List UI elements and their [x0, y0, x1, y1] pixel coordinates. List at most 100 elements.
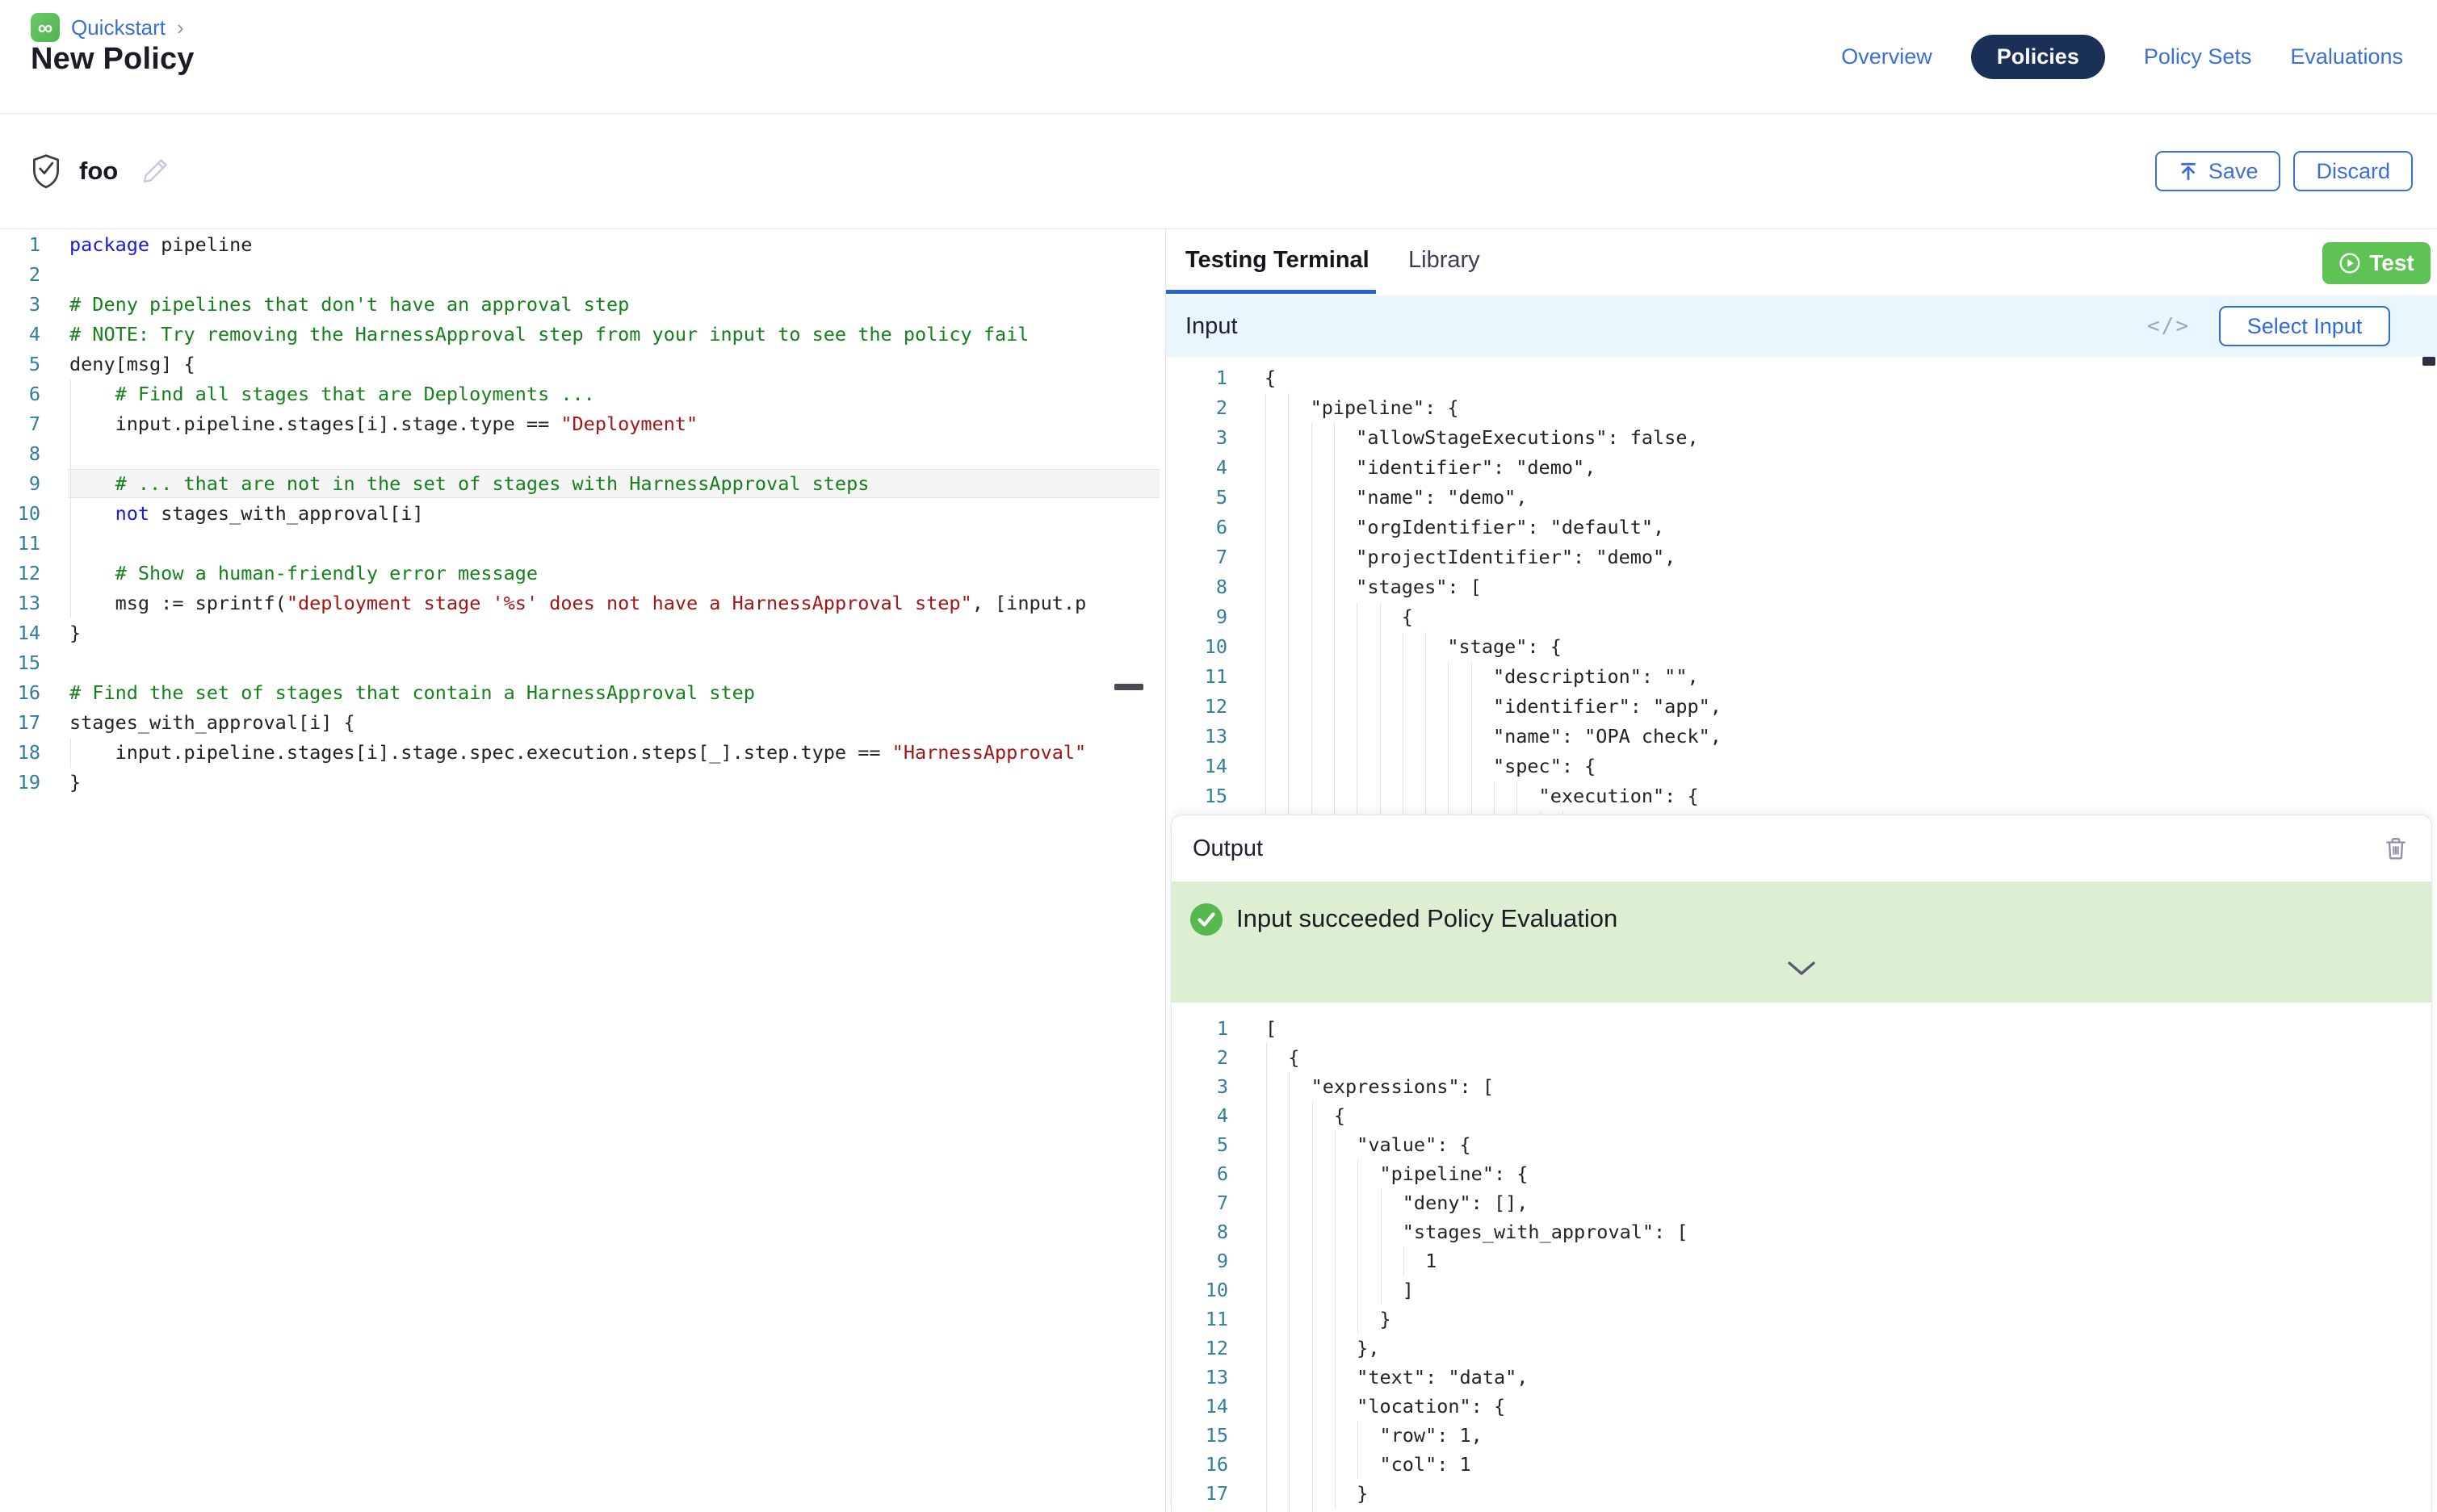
line-number: 11: [1166, 662, 1227, 692]
code-line: }: [1265, 1508, 1345, 1512]
output-json-editor[interactable]: 1[2 {3 "expressions": [4 {5 "value": {6 …: [1172, 1003, 2432, 1512]
code-line: }: [69, 768, 81, 798]
line-number: 14: [1172, 1392, 1228, 1421]
line-number: 2: [1172, 1043, 1228, 1072]
policy-code-editor[interactable]: 1package pipeline23# Deny pipelines that…: [0, 229, 1166, 1512]
input-json-editor[interactable]: 1{2 "pipeline": {3 "allowStageExecutions…: [1166, 357, 2437, 823]
line-number: 6: [1172, 1159, 1228, 1188]
active-tab-underline: [1166, 290, 1376, 294]
line-number: 5: [1172, 1130, 1228, 1159]
line-number: 14: [1166, 752, 1227, 781]
breadcrumb-link-quickstart[interactable]: Quickstart: [71, 15, 166, 40]
tab-testing-terminal[interactable]: Testing Terminal: [1185, 247, 1370, 274]
main-content: 1package pipeline23# Deny pipelines that…: [0, 228, 2437, 1511]
line-number: 19: [0, 768, 40, 798]
code-line: "stages": [: [1265, 572, 1482, 602]
harness-logo-icon: ∞: [31, 13, 60, 42]
line-number: 1: [1172, 1014, 1228, 1043]
edit-pencil-icon[interactable]: [139, 155, 171, 187]
chevron-down-icon[interactable]: [1787, 961, 1816, 977]
line-number: 16: [1172, 1450, 1228, 1479]
nav-item-overview[interactable]: Overview: [1841, 44, 1932, 69]
save-button[interactable]: Save: [2155, 151, 2281, 191]
nav-item-policies[interactable]: Policies: [1971, 35, 2105, 79]
code-line: # Find the set of stages that contain a …: [69, 678, 755, 708]
line-number: 13: [0, 588, 40, 618]
code-view-icon[interactable]: </>: [2147, 314, 2190, 338]
line-number: 4: [0, 320, 40, 350]
code-line: "location": {: [1265, 1392, 1505, 1421]
evaluation-success-banner: Input succeeded Policy Evaluation: [1172, 882, 2431, 1003]
input-cursor-marker: [2422, 357, 2435, 366]
line-number: 12: [1172, 1334, 1228, 1363]
line-number: 7: [1166, 542, 1227, 572]
code-line: "allowStageExecutions": false,: [1265, 423, 1699, 453]
upload-icon: [2178, 161, 2199, 182]
trash-icon[interactable]: [2385, 836, 2407, 861]
line-number: 2: [1166, 393, 1227, 423]
test-button-label: Test: [2369, 250, 2414, 276]
code-line: {: [1265, 1043, 1299, 1072]
code-line: "stages_with_approval": [: [1265, 1217, 1688, 1246]
line-number: 4: [1166, 453, 1227, 483]
save-button-label: Save: [2208, 159, 2259, 184]
code-line: # NOTE: Try removing the HarnessApproval…: [69, 320, 1029, 350]
line-number: 6: [1166, 513, 1227, 542]
chevron-right-icon: ›: [177, 15, 184, 40]
code-line: msg := sprintf("deployment stage '%s' do…: [69, 588, 1086, 618]
line-number: 9: [1172, 1246, 1228, 1275]
code-line: {: [1265, 363, 1276, 393]
line-number: 3: [0, 290, 40, 320]
page-header: ∞ Quickstart › New Policy Overview Polic…: [0, 0, 2437, 114]
line-number: 4: [1172, 1101, 1228, 1130]
shield-check-icon: [29, 153, 63, 190]
line-number: 8: [1172, 1217, 1228, 1246]
code-line: 1: [1265, 1246, 1437, 1275]
code-line: # Show a human-friendly error message: [69, 559, 538, 588]
line-number: 1: [1166, 363, 1227, 393]
test-button[interactable]: Test: [2322, 242, 2431, 284]
code-line: deny[msg] {: [69, 350, 195, 379]
code-line: # Find all stages that are Deployments .…: [69, 379, 595, 409]
code-line: }: [1265, 1305, 1391, 1334]
line-number: 8: [0, 439, 40, 469]
code-line: "deny": [],: [1265, 1188, 1528, 1217]
line-number: 6: [0, 379, 40, 409]
code-line: # ... that are not in the set of stages …: [69, 469, 869, 499]
line-number: 18: [1172, 1508, 1228, 1512]
code-line: "row": 1,: [1265, 1421, 1483, 1450]
line-number: 13: [1172, 1363, 1228, 1392]
nav-item-policy-sets[interactable]: Policy Sets: [2144, 44, 2252, 69]
discard-button[interactable]: Discard: [2293, 151, 2413, 191]
line-number: 5: [0, 350, 40, 379]
code-line: }: [1265, 1479, 1368, 1508]
line-number: 7: [1172, 1188, 1228, 1217]
line-number: 10: [0, 499, 40, 529]
code-line: }: [69, 618, 81, 648]
line-number: 11: [0, 529, 40, 559]
code-line: "col": 1: [1265, 1450, 1471, 1479]
code-line: input.pipeline.stages[i].stage.spec.exec…: [69, 738, 1086, 768]
line-number: 3: [1166, 423, 1227, 453]
page-title: New Policy: [31, 42, 195, 77]
line-number: 9: [0, 469, 40, 499]
policy-name: foo: [79, 157, 118, 186]
code-line: # Deny pipelines that don't have an appr…: [69, 290, 629, 320]
input-label: Input: [1185, 313, 1238, 340]
tab-library[interactable]: Library: [1408, 247, 1480, 274]
line-number: 18: [0, 738, 40, 768]
output-label: Output: [1193, 836, 1263, 862]
code-line: "name": "demo",: [1265, 483, 1527, 513]
line-number: 15: [1166, 781, 1227, 811]
code-line: "identifier": "app",: [1265, 692, 1722, 722]
line-number: 8: [1166, 572, 1227, 602]
select-input-button[interactable]: Select Input: [2219, 306, 2390, 346]
discard-button-label: Discard: [2316, 159, 2390, 184]
nav-item-evaluations[interactable]: Evaluations: [2290, 44, 2403, 69]
code-line: "identifier": "demo",: [1265, 453, 1596, 483]
line-number: 5: [1166, 483, 1227, 513]
line-number: 1: [0, 230, 40, 260]
evaluation-result-message: Input succeeded Policy Evaluation: [1236, 904, 1617, 933]
testing-terminal-panel: Testing Terminal Library Test Input </> …: [1166, 229, 2437, 1512]
output-header: Output: [1172, 815, 2431, 882]
